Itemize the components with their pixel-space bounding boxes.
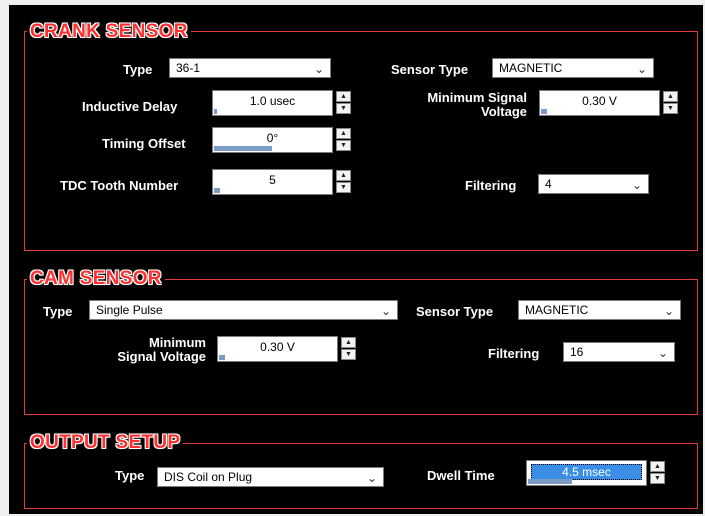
chevron-down-icon: ⌄ bbox=[631, 178, 642, 192]
cam-min-signal-value: 0.30 V bbox=[260, 340, 295, 354]
chevron-down-icon: ⌄ bbox=[636, 62, 647, 76]
cam-min-signal-label-line2: Signal Voltage bbox=[117, 349, 206, 364]
cam-min-signal-level bbox=[219, 355, 225, 360]
timing-offset-level bbox=[214, 146, 272, 151]
chevron-down-icon: ⌄ bbox=[313, 62, 324, 76]
cam-sensor-type-select[interactable]: MAGNETIC ⌄ bbox=[518, 300, 681, 320]
cam-sensor-type-value: MAGNETIC bbox=[525, 303, 589, 317]
cam-filtering-value: 16 bbox=[570, 345, 584, 359]
spin-up-icon[interactable]: ▲ bbox=[650, 461, 665, 472]
timing-offset-label: Timing Offset bbox=[102, 136, 186, 151]
inductive-delay-level bbox=[214, 109, 217, 114]
cam-min-signal-label-line1: Minimum bbox=[148, 335, 206, 350]
cam-min-signal-voltage-label: Minimum Signal Voltage bbox=[81, 336, 206, 364]
spin-up-icon[interactable]: ▲ bbox=[336, 170, 351, 181]
inductive-delay-stepper[interactable]: 1.0 usec ▲ ▼ bbox=[212, 90, 351, 116]
spin-down-icon[interactable]: ▼ bbox=[663, 103, 678, 114]
spin-down-icon[interactable]: ▼ bbox=[336, 182, 351, 193]
spin-up-icon[interactable]: ▲ bbox=[336, 128, 351, 139]
spin-down-icon[interactable]: ▼ bbox=[341, 349, 356, 360]
min-signal-voltage-label: Minimum Signal Voltage bbox=[407, 91, 527, 119]
dwell-time-label: Dwell Time bbox=[427, 468, 495, 483]
crank-filtering-label: Filtering bbox=[465, 178, 517, 193]
output-type-value: DIS Coil on Plug bbox=[164, 470, 253, 484]
crank-filtering-select[interactable]: 4 ⌄ bbox=[538, 174, 649, 194]
spin-down-icon[interactable]: ▼ bbox=[650, 473, 665, 484]
spin-down-icon[interactable]: ▼ bbox=[336, 140, 351, 151]
chevron-down-icon: ⌄ bbox=[366, 471, 377, 485]
spin-up-icon[interactable]: ▲ bbox=[663, 91, 678, 102]
crank-sensor-type-select[interactable]: MAGNETIC ⌄ bbox=[492, 58, 654, 78]
timing-offset-value: 0° bbox=[266, 131, 279, 145]
tdc-tooth-number-label: TDC Tooth Number bbox=[60, 178, 179, 193]
crank-min-signal-stepper[interactable]: 0.30 V ▲ ▼ bbox=[539, 90, 678, 116]
dwell-time-level bbox=[528, 479, 572, 484]
output-setup-title: OUTPUT SETUP bbox=[27, 432, 184, 454]
tdc-tooth-number-value: 5 bbox=[269, 173, 276, 187]
output-type-label: Type bbox=[115, 468, 145, 483]
min-signal-label-line2: Voltage bbox=[481, 104, 527, 119]
spin-up-icon[interactable]: ▲ bbox=[341, 337, 356, 348]
chevron-down-icon: ⌄ bbox=[380, 304, 391, 318]
tdc-tooth-number-field[interactable]: 5 bbox=[212, 169, 333, 195]
dwell-time-value: 4.5 msec bbox=[531, 464, 642, 480]
crank-type-select[interactable]: 36-1 ⌄ bbox=[169, 58, 331, 78]
crank-type-value: 36-1 bbox=[176, 61, 201, 75]
inductive-delay-label: Inductive Delay bbox=[82, 99, 178, 114]
dwell-time-stepper[interactable]: 4.5 msec ▲ ▼ bbox=[526, 460, 665, 486]
timing-offset-stepper[interactable]: 0° ▲ ▼ bbox=[212, 127, 351, 153]
crank-type-label: Type bbox=[123, 62, 153, 77]
cam-type-select[interactable]: Single Pulse ⌄ bbox=[89, 300, 398, 320]
cam-sensor-type-label: Sensor Type bbox=[416, 304, 494, 319]
chevron-down-icon: ⌄ bbox=[657, 346, 668, 360]
crank-min-signal-field[interactable]: 0.30 V bbox=[539, 90, 660, 116]
tdc-tooth-number-stepper[interactable]: 5 ▲ ▼ bbox=[212, 169, 351, 195]
cam-filtering-select[interactable]: 16 ⌄ bbox=[563, 342, 675, 362]
spin-up-icon[interactable]: ▲ bbox=[336, 91, 351, 102]
settings-panel: CRANK SENSOR Type 36-1 ⌄ Sensor Type MAG… bbox=[9, 5, 703, 514]
cam-sensor-title: CAM SENSOR bbox=[27, 268, 165, 290]
dwell-time-field[interactable]: 4.5 msec bbox=[526, 460, 647, 486]
chevron-down-icon: ⌄ bbox=[663, 304, 674, 318]
crank-min-signal-level bbox=[541, 109, 547, 114]
crank-sensor-title: CRANK SENSOR bbox=[27, 21, 191, 43]
crank-filtering-value: 4 bbox=[545, 177, 552, 191]
crank-sensor-type-label: Sensor Type bbox=[391, 62, 469, 77]
inductive-delay-value: 1.0 usec bbox=[249, 94, 296, 108]
cam-filtering-label: Filtering bbox=[488, 346, 540, 361]
cam-min-signal-field[interactable]: 0.30 V bbox=[217, 336, 338, 362]
cam-type-label: Type bbox=[43, 304, 73, 319]
crank-min-signal-value: 0.30 V bbox=[582, 94, 617, 108]
cam-type-value: Single Pulse bbox=[96, 303, 163, 317]
output-type-select[interactable]: DIS Coil on Plug ⌄ bbox=[157, 467, 384, 487]
min-signal-label-line1: Minimum Signal bbox=[427, 90, 527, 105]
tdc-tooth-number-level bbox=[214, 188, 220, 193]
timing-offset-field[interactable]: 0° bbox=[212, 127, 333, 153]
spin-down-icon[interactable]: ▼ bbox=[336, 103, 351, 114]
inductive-delay-field[interactable]: 1.0 usec bbox=[212, 90, 333, 116]
crank-sensor-type-value: MAGNETIC bbox=[499, 61, 563, 75]
cam-min-signal-stepper[interactable]: 0.30 V ▲ ▼ bbox=[217, 336, 356, 362]
